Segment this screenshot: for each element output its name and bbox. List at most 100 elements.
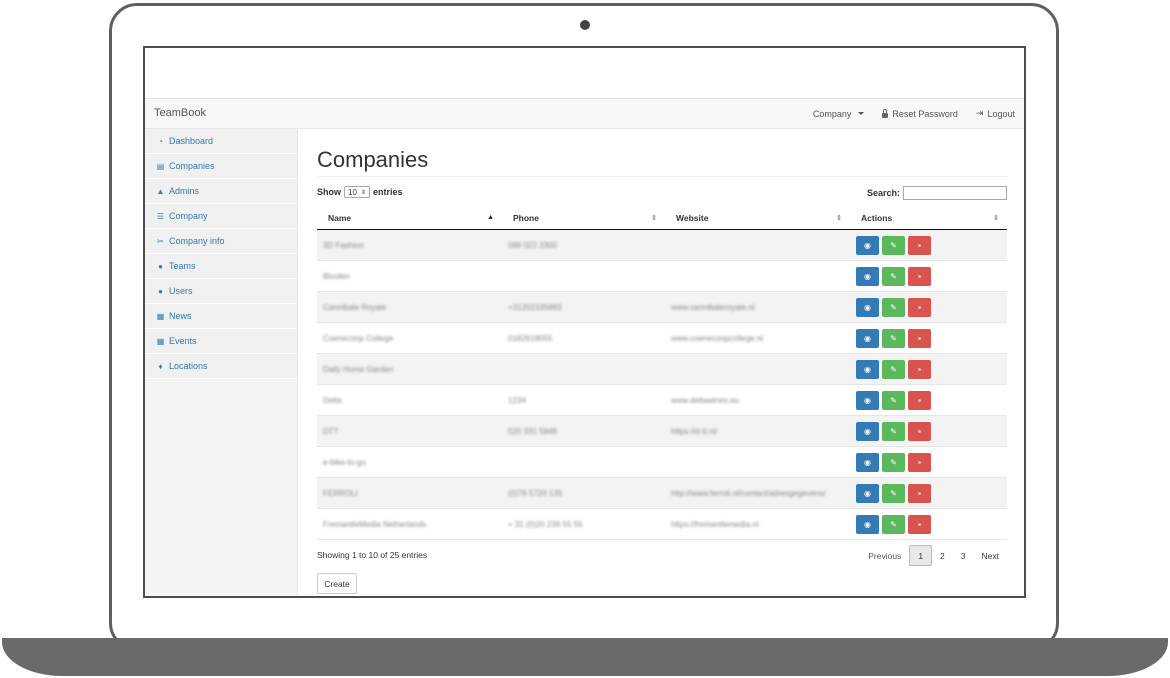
delete-button[interactable]: ▪ [908, 297, 931, 317]
delete-button[interactable]: ▪ [908, 452, 931, 472]
cell-name-text: Daily Home Garden [323, 364, 394, 374]
column-header-website[interactable]: Website ⇕ [665, 207, 850, 230]
table-row: Delta 1234 www.deltawines.eu ◉ ✎ ▪ [317, 384, 1007, 416]
cell-actions: ◉ ✎ ▪ [850, 477, 1007, 509]
view-button[interactable]: ◉ [856, 297, 879, 317]
delete-button[interactable]: ▪ [908, 421, 931, 441]
column-header-actions[interactable]: Actions ⇕ [850, 207, 1007, 230]
sidebar-item-admins[interactable]: ▲ Admins [145, 179, 297, 204]
cell-actions: ◉ ✎ ▪ [850, 508, 1007, 540]
search-label: Search: [866, 188, 900, 198]
edit-button[interactable]: ✎ [882, 390, 905, 410]
view-button[interactable]: ◉ [856, 359, 879, 379]
cell-name-text: Coenecoop College [323, 333, 394, 343]
sidebar-item-label: Dashboard [169, 136, 214, 146]
eye-icon: ◉ [864, 457, 871, 467]
delete-button[interactable]: ▪ [908, 514, 931, 534]
search-input[interactable] [903, 186, 1007, 200]
delete-button[interactable]: ▪ [908, 483, 931, 503]
sidebar-item-teams[interactable]: ● Teams [145, 254, 297, 279]
column-header-phone[interactable]: Phone ⇕ [502, 207, 665, 230]
sidebar-item-news[interactable]: ▦ News [145, 304, 297, 329]
sort-asc-icon: ▲ [487, 214, 494, 221]
trash-icon: ▪ [918, 457, 921, 467]
edit-button[interactable]: ✎ [882, 266, 905, 286]
edit-button[interactable]: ✎ [882, 328, 905, 348]
eye-icon: ◉ [864, 364, 871, 374]
cell-website-text: https://d-tt.nl/ [671, 426, 718, 436]
cell-name: Delta [317, 384, 502, 416]
table-row: 3D Fashion 088 022 3300 ◉ ✎ ▪ [317, 229, 1007, 261]
sidebar-item-label: Companies [169, 161, 215, 171]
sidebar-item-companies[interactable]: ▤ Companies [145, 154, 297, 179]
edit-button[interactable]: ✎ [882, 421, 905, 441]
sidebar-item-label: Company [169, 211, 208, 221]
pencil-icon: ✎ [890, 333, 897, 343]
reset-password-link[interactable]: Reset Password [882, 108, 958, 119]
pagination-next[interactable]: Next [974, 545, 1007, 566]
view-button[interactable]: ◉ [856, 452, 879, 472]
view-button[interactable]: ◉ [856, 235, 879, 255]
cell-website [665, 446, 850, 478]
cell-name-text: Delta [323, 395, 342, 405]
group-icon: ● [158, 261, 163, 271]
logout-link[interactable]: ⇥ Logout [976, 108, 1015, 119]
pagination-previous[interactable]: Previous [860, 545, 909, 566]
eye-icon: ◉ [864, 426, 871, 436]
trash-icon: ▪ [918, 519, 921, 529]
sidebar-item-dashboard[interactable]: ◔ Dashboard [145, 129, 297, 154]
pagination-page-2[interactable]: 2 [932, 545, 953, 566]
create-button[interactable]: Create [317, 573, 357, 594]
pencil-icon: ✎ [890, 519, 897, 529]
row-actions: ◉ ✎ ▪ [856, 297, 1001, 317]
pagination-page-3[interactable]: 3 [953, 545, 974, 566]
sidebar-item-company-info[interactable]: ✂ Company info [145, 229, 297, 254]
lock-icon [882, 108, 889, 118]
building-icon: ▤ [156, 161, 165, 171]
cell-name: Cannibale Royale [317, 291, 502, 323]
scissors-icon: ✂ [157, 236, 164, 246]
column-header-name[interactable]: Name ▲ [317, 207, 502, 230]
delete-button[interactable]: ▪ [908, 390, 931, 410]
delete-button[interactable]: ▪ [908, 328, 931, 348]
delete-button[interactable]: ▪ [908, 359, 931, 379]
sidebar-item-company[interactable]: ☰ Company [145, 204, 297, 229]
navbar-right: Company Reset Password ⇥ Logout [813, 108, 1015, 119]
edit-button[interactable]: ✎ [882, 514, 905, 534]
edit-button[interactable]: ✎ [882, 483, 905, 503]
view-button[interactable]: ◉ [856, 514, 879, 534]
cell-phone-text: 020 331 5848 [508, 426, 557, 436]
delete-button[interactable]: ▪ [908, 235, 931, 255]
row-actions: ◉ ✎ ▪ [856, 390, 1001, 410]
row-actions: ◉ ✎ ▪ [856, 359, 1001, 379]
cell-phone [502, 446, 665, 478]
view-button[interactable]: ◉ [856, 266, 879, 286]
pagination-page-1[interactable]: 1 [909, 545, 933, 566]
delete-button[interactable]: ▪ [908, 266, 931, 286]
sidebar-item-label: Users [169, 286, 193, 296]
page-length-select[interactable]: 10 ⇕ [344, 186, 370, 198]
view-button[interactable]: ◉ [856, 328, 879, 348]
view-button[interactable]: ◉ [856, 390, 879, 410]
sidebar-item-events[interactable]: ▦ Events [145, 329, 297, 354]
view-button[interactable]: ◉ [856, 483, 879, 503]
sidebar-item-label: News [169, 311, 192, 321]
table-row: Coenecoop College 0182618055 www.coenecoop… [317, 322, 1007, 354]
brand-link[interactable]: TeamBook [154, 107, 206, 119]
company-dropdown-label: Company [812, 108, 852, 119]
pagination: Previous 1 2 3 Next [860, 545, 1007, 566]
sort-icon: ⇕ [836, 215, 842, 222]
cell-phone-text: 0182618055 [508, 333, 553, 343]
cell-name-text: FremantleMedia Netherlands [323, 519, 427, 529]
edit-button[interactable]: ✎ [882, 297, 905, 317]
edit-button[interactable]: ✎ [882, 235, 905, 255]
sidebar-item-users[interactable]: ● Users [145, 279, 297, 304]
sidebar-item-locations[interactable]: ♦ Locations [145, 354, 297, 379]
edit-button[interactable]: ✎ [882, 359, 905, 379]
eye-icon: ◉ [864, 240, 871, 250]
cell-actions: ◉ ✎ ▪ [850, 353, 1007, 385]
view-button[interactable]: ◉ [856, 421, 879, 441]
company-dropdown[interactable]: Company [813, 109, 865, 119]
cell-phone: 0182618055 [502, 322, 665, 354]
edit-button[interactable]: ✎ [882, 452, 905, 472]
